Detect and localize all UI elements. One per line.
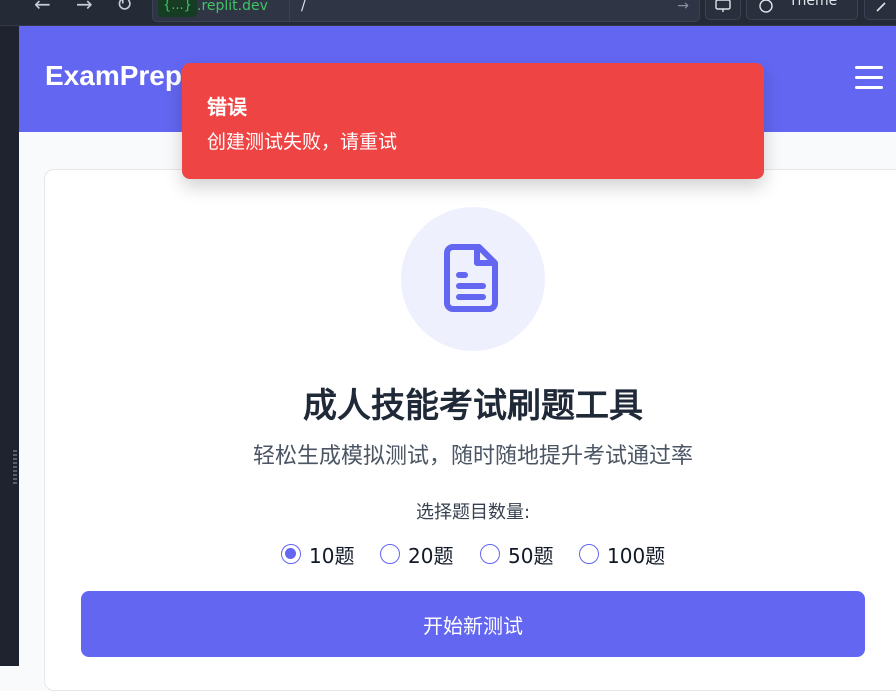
url-path[interactable]: / [301, 0, 306, 17]
option-50[interactable]: 50题 [480, 540, 553, 568]
radio-100[interactable] [579, 544, 599, 564]
resize-grip[interactable] [13, 450, 17, 484]
browser-toolbar: ← → ↻ {...} .replit.dev / → Theme [0, 0, 896, 26]
question-count-label: 选择题目数量: [415, 502, 531, 523]
option-50-label: 50题 [508, 543, 554, 568]
url-badge: {...} [158, 0, 197, 17]
document-icon-badge [401, 207, 545, 351]
document-icon [444, 244, 498, 312]
option-10[interactable]: 10题 [281, 540, 354, 568]
question-count-radio-group: 10题 20题 50题 100题 [281, 540, 701, 570]
option-100-label: 100题 [607, 543, 666, 568]
option-100[interactable]: 100题 [579, 540, 665, 568]
forward-icon[interactable]: → [76, 0, 93, 16]
radio-10[interactable] [281, 544, 301, 564]
page-subtitle: 轻松生成模拟测试，随时随地提升考试通过率 [252, 444, 693, 469]
monitor-icon [715, 0, 731, 12]
option-10-label: 10题 [309, 543, 355, 568]
reload-icon[interactable]: ↻ [116, 0, 133, 16]
radio-50[interactable] [480, 544, 500, 564]
address-bar[interactable]: {...} .replit.dev / → [152, 0, 700, 22]
radio-20[interactable] [380, 544, 400, 564]
start-new-test-button[interactable]: 开始新测试 [81, 591, 865, 657]
devices-button[interactable] [705, 0, 741, 20]
back-icon[interactable]: ← [34, 0, 51, 16]
toast-message: 创建测试失败，请重试 [207, 131, 398, 153]
toast-title: 错误 [207, 95, 247, 119]
wrench-icon [876, 2, 886, 12]
theme-button[interactable]: Theme [746, 0, 858, 20]
option-20[interactable]: 20题 [380, 540, 453, 568]
tools-button[interactable] [864, 0, 896, 20]
editor-side-rail [0, 0, 19, 666]
hamburger-menu-icon[interactable] [855, 66, 885, 92]
main-card: 成人技能考试刷题工具 轻松生成模拟测试，随时随地提升考试通过率 选择题目数量: … [44, 169, 896, 691]
go-arrow-icon[interactable]: → [677, 0, 689, 17]
url-divider [289, 0, 290, 21]
brand-logo[interactable]: ExamPrep [45, 60, 182, 92]
error-toast[interactable]: 错误 创建测试失败，请重试 [182, 63, 764, 179]
page-title: 成人技能考试刷题工具 [303, 386, 643, 426]
option-20-label: 20题 [408, 543, 454, 568]
theme-label: Theme [789, 0, 838, 9]
url-domain: .replit.dev [197, 0, 268, 14]
palette-icon [759, 0, 773, 13]
